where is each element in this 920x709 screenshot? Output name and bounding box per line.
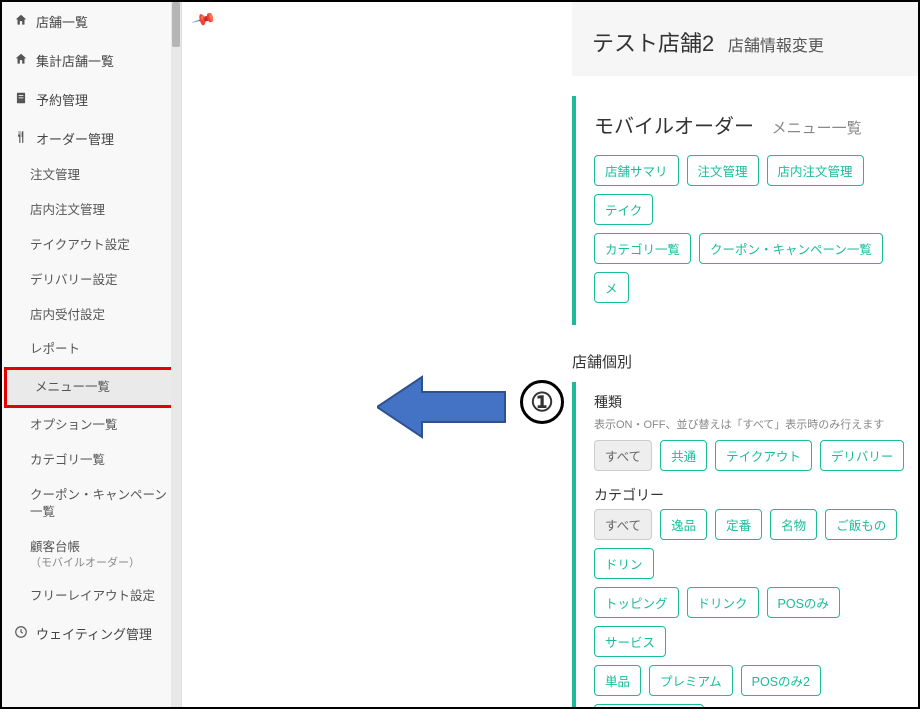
sidebar-sub-report[interactable]: レポート [2, 332, 181, 367]
cat-chip[interactable]: 単品 [594, 665, 641, 696]
sidebar-item-label: 予約管理 [36, 90, 88, 109]
annotation-number: ① [520, 380, 564, 424]
sidebar-sub-takeout[interactable]: テイクアウト設定 [2, 228, 181, 263]
sidebar-sub-category-list[interactable]: カテゴリ一覧 [2, 443, 181, 478]
sidebar-sub-free-layout[interactable]: フリーレイアウト設定 [2, 579, 181, 614]
sidebar-sub-order[interactable]: 注文管理 [2, 158, 181, 193]
card-title: モバイルオーダー [594, 110, 754, 139]
clock-icon [14, 625, 30, 642]
nav-chip-category[interactable]: カテゴリ一覧 [594, 233, 691, 264]
cat-chip[interactable]: サービス [594, 626, 666, 657]
page-subtitle: 店舗情報変更 [728, 32, 824, 56]
annotation-arrow-icon [377, 372, 507, 442]
type-heading: 種類 [594, 392, 918, 412]
sidebar-item-stores[interactable]: 店舗一覧 [2, 2, 181, 41]
cat-chip[interactable]: サービス（ラー [594, 704, 704, 707]
nav-chip-instore[interactable]: 店内注文管理 [767, 155, 864, 186]
nav-chip-coupon[interactable]: クーポン・キャンペーン一覧 [699, 233, 883, 264]
nav-chip-order[interactable]: 注文管理 [687, 155, 759, 186]
cat-chip[interactable]: ドリン [594, 548, 654, 579]
sidebar-sub-customer-book[interactable]: 顧客台帳 （モバイルオーダー） [2, 530, 181, 580]
sidebar-item-label: ウェイティング管理 [36, 624, 152, 643]
cat-chip[interactable]: 定番 [715, 509, 762, 540]
page-title: テスト店舗2 [592, 26, 714, 58]
main-content: テスト店舗2 店舗情報変更 モバイルオーダー メニュー一覧 店舗サマリ 注文管理… [182, 2, 918, 707]
type-note: 表示ON・OFF、並び替えは「すべて」表示時のみ行えます [594, 416, 918, 432]
sidebar-item-label: 店舗一覧 [36, 12, 88, 31]
cat-chip[interactable]: POSのみ [767, 587, 840, 618]
category-heading: カテゴリー [594, 485, 918, 505]
sidebar: 店舗一覧 集計店舗一覧 予約管理 オーダー管理 注文管理 [2, 2, 182, 707]
cat-chip[interactable]: すべて [594, 509, 652, 540]
sidebar-item-order-management[interactable]: オーダー管理 [2, 119, 181, 158]
sidebar-sub-menu-list[interactable]: メニュー一覧 [4, 367, 179, 408]
cat-chip[interactable]: ご飯もの [825, 509, 897, 540]
document-icon [14, 91, 30, 108]
cat-chip[interactable]: トッピング [594, 587, 679, 618]
sidebar-sub-instore-order[interactable]: 店内注文管理 [2, 193, 181, 228]
card-subtitle: メニュー一覧 [772, 117, 862, 138]
type-chip-common[interactable]: 共通 [660, 440, 707, 471]
nav-chip-takeout[interactable]: テイク [594, 194, 653, 225]
sidebar-sub-instore-accept[interactable]: 店内受付設定 [2, 298, 181, 333]
cat-chip[interactable]: POSのみ2 [741, 665, 821, 696]
sidebar-scrollbar[interactable] [171, 2, 181, 707]
sidebar-item-label: オーダー管理 [36, 129, 114, 148]
sidebar-sub-option-list[interactable]: オプション一覧 [2, 408, 181, 443]
sidebar-item-waiting[interactable]: ウェイティング管理 [2, 614, 181, 653]
filter-block: 種類 表示ON・OFF、並び替えは「すべて」表示時のみ行えます すべて 共通 テ… [572, 382, 918, 707]
cat-chip[interactable]: 逸品 [660, 509, 707, 540]
mobile-order-card: モバイルオーダー メニュー一覧 店舗サマリ 注文管理 店内注文管理 テイク カテ… [572, 96, 918, 325]
nav-chip-summary[interactable]: 店舗サマリ [594, 155, 679, 186]
sidebar-sub-delivery[interactable]: デリバリー設定 [2, 263, 181, 298]
cat-chip[interactable]: プレミアム [649, 665, 733, 696]
cat-chip[interactable]: ドリンク [687, 587, 759, 618]
home-icon [14, 52, 30, 69]
sidebar-item-aggregate-stores[interactable]: 集計店舗一覧 [2, 41, 181, 80]
type-chip-all[interactable]: すべて [594, 440, 652, 471]
nav-chip-more[interactable]: メ [594, 272, 629, 303]
home-icon [14, 13, 30, 30]
page-header: テスト店舗2 店舗情報変更 [572, 2, 918, 76]
cat-chip[interactable]: 名物 [770, 509, 817, 540]
cutlery-icon [14, 130, 30, 147]
sidebar-sub-coupon-list[interactable]: クーポン・キャンペーン一覧 [2, 478, 181, 530]
sidebar-item-label: 集計店舗一覧 [36, 51, 114, 70]
sidebar-scrollbar-thumb[interactable] [172, 2, 180, 47]
type-chip-delivery[interactable]: デリバリー [820, 440, 905, 471]
store-section-label: 店舗個別 [572, 351, 918, 372]
type-chip-takeout[interactable]: テイクアウト [715, 440, 812, 471]
sidebar-item-reservations[interactable]: 予約管理 [2, 80, 181, 119]
